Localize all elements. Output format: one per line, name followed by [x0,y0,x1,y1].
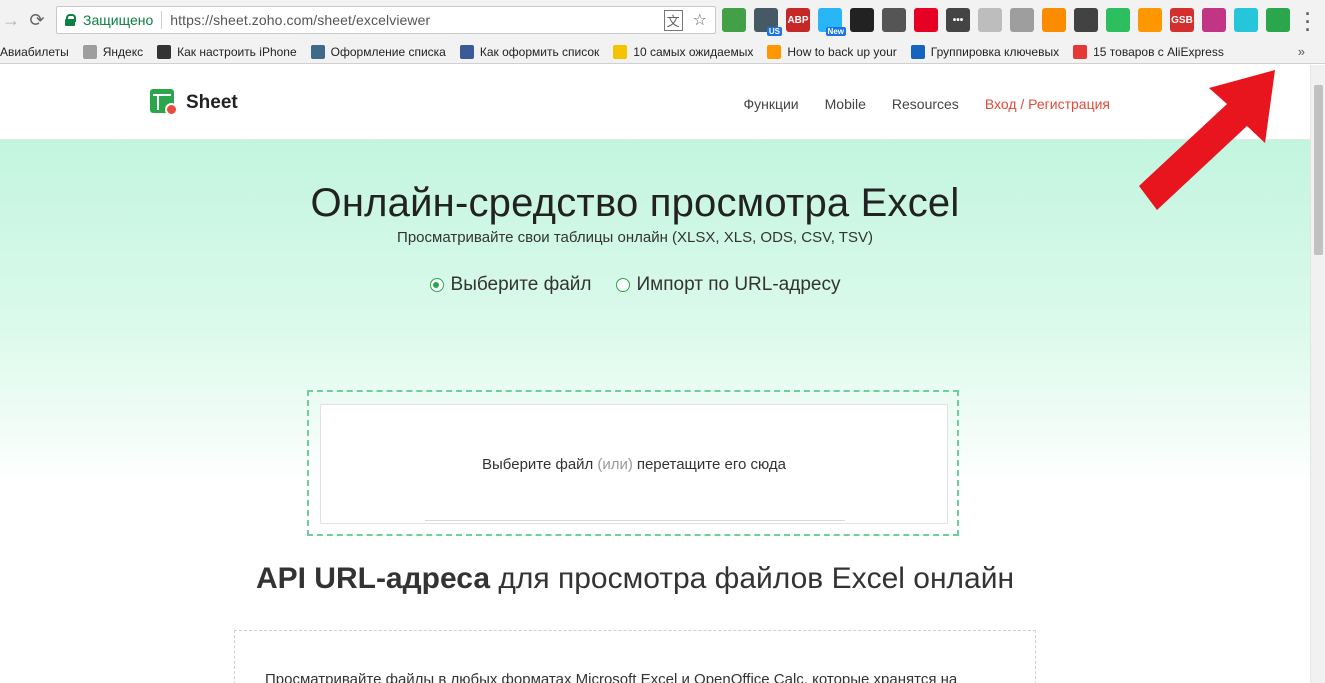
gsb-extension-icon[interactable]: GSB [1170,8,1194,32]
gsb-extension-label: GSB [1171,14,1193,26]
file-dropzone-inner[interactable]: Выберите файл (или) перетащите его сюда [320,404,948,524]
radio-unchecked-icon [615,278,630,292]
bookmark-item[interactable]: How to back up your [767,44,897,59]
section-divider [425,520,845,521]
bookmark-favicon-icon [1073,44,1088,59]
sheet-logo[interactable]: Sheet [150,89,238,117]
nav-resources[interactable]: Resources [892,96,959,112]
browser-menu-icon[interactable]: · · · [1305,5,1311,39]
bookmark-label: 15 товаров с AliExpress [1093,44,1224,59]
abp-extension-icon[interactable]: ABP [786,8,810,32]
translate-icon[interactable]: 文 [663,9,683,31]
download-extension-icon[interactable] [1074,8,1098,32]
api-title-bold: API URL-адреса [255,562,491,595]
game-extension-icon[interactable] [850,8,874,32]
bookmark-star-icon[interactable]: ☆ [693,10,707,30]
scrollbar-thumb[interactable] [1314,85,1323,255]
web-page: Sheet Функции Mobile Resources Вход / Ре… [0,65,1310,683]
url-text[interactable]: https://sheet.zoho.com/sheet/excelviewer [170,12,430,28]
weather-extension-icon[interactable]: New [818,8,846,36]
abp-extension-label: ABP [787,14,809,26]
radio-choose-file[interactable]: Выберите файл [429,274,592,296]
globe-extension-badge: US [766,27,782,36]
api-section-title: API URL-адреса для просмотра файлов Exce… [0,562,1270,596]
hero-section: Онлайн-средство просмотра Excel Просматр… [0,140,1310,536]
colorful-extension-icon[interactable] [1042,8,1066,32]
radio-import-url[interactable]: Импорт по URL-адресу [615,274,841,296]
bookmark-favicon-icon [767,44,782,59]
dots-extension-icon[interactable]: ••• [946,8,970,32]
bookmark-item[interactable]: Яндекс [82,44,144,59]
browser-toolbar: → ⟳ Защищено https://sheet.zoho.com/shee… [0,0,1325,40]
bookmark-favicon-icon [82,44,97,59]
page-subtitle: Просматривайте свои таблицы онлайн (XLSX… [397,229,873,246]
bookmark-item[interactable]: Как оформить список [459,44,600,59]
site-nav: Функции Mobile Resources Вход / Регистра… [743,96,1110,112]
bookmark-label: How to back up your [787,44,897,59]
puzzle-extension-icon[interactable] [1138,8,1162,32]
bookmarks-bar: Авиабилеты Яндекс Как настроить iPhone Офор… [0,40,1325,64]
bookmark-favicon-icon [157,44,172,59]
sheet-extension-icon[interactable] [1266,8,1290,32]
reload-button[interactable]: ⟳ [24,7,50,33]
person-extension-icon[interactable] [1010,8,1034,32]
address-actions: 文 ☆ [663,9,715,31]
bookmark-item[interactable]: Авиабилеты [0,45,69,59]
camera-extension-icon[interactable] [978,8,1002,32]
bookmark-item[interactable]: Как настроить iPhone [157,44,297,59]
api-description-box: Просматривайте файлы в любых форматах Mi… [234,630,1036,683]
bookmark-item[interactable]: Группировка ключевых [910,44,1060,59]
bookmark-label: Как настроить iPhone [177,44,297,59]
site-header: Sheet Функции Mobile Resources Вход / Ре… [0,65,1310,140]
moon-extension-icon[interactable] [1234,8,1258,32]
dots-extension-label: ••• [952,14,964,26]
bookmark-favicon-icon [613,44,628,59]
evernote-extension-icon[interactable] [1106,8,1130,32]
dropzone-choose-text[interactable]: Выберите файл [482,456,593,473]
pinterest-extension-icon[interactable] [914,8,938,32]
bookmark-favicon-icon [459,44,474,59]
weather-extension-badge: New [825,27,846,36]
bookmark-item[interactable]: 10 самых ожидаемых [613,44,754,59]
source-radio-group: Выберите файл Импорт по URL-адресу [0,274,1270,296]
page-title: Онлайн-средство просмотра Excel [310,181,960,225]
forward-button[interactable]: → [0,7,24,33]
dropzone-drag-text: перетащите его сюда [636,455,786,473]
radio-import-url-label: Импорт по URL-адресу [636,274,841,295]
bookmark-label: Оформление списка [330,44,446,59]
mail-extension-icon[interactable] [882,8,906,32]
api-description-text: Просматривайте файлы в любых форматах Mi… [265,671,958,683]
radio-checked-icon [429,278,444,292]
bookmark-label: 10 самых ожидаемых [633,44,754,59]
logo-text: Sheet [186,92,238,113]
address-bar[interactable]: Защищено https://sheet.zoho.com/sheet/ex… [56,6,716,34]
secure-label: Защищено [83,12,154,28]
lock-icon [65,14,76,26]
bookmark-favicon-icon [310,44,325,59]
page-scrollbar[interactable] [1310,65,1325,683]
api-title-rest: для просмотра файлов Excel онлайн [498,562,1015,595]
bookmark-favicon-icon [910,44,925,59]
dropzone-or-text: (или) [597,455,633,473]
bookmark-item[interactable]: 15 товаров с AliExpress [1073,44,1224,59]
bookmark-label: Как оформить список [479,44,600,59]
sheet-logo-icon [150,89,178,117]
radio-choose-file-label: Выберите файл [450,274,592,295]
instagram-extension-icon[interactable] [1202,8,1226,32]
bookmarks-overflow-icon[interactable]: » [1298,44,1305,59]
nav-login-register[interactable]: Вход / Регистрация [985,96,1110,112]
globe-extension-icon[interactable]: US [754,8,782,36]
file-dropzone[interactable]: Выберите файл (или) перетащите его сюда [307,390,959,536]
bookmark-label: Группировка ключевых [930,44,1060,59]
bookmark-item[interactable]: Оформление списка [310,44,446,59]
nav-mobile[interactable]: Mobile [825,96,866,112]
bookmark-label: Авиабилеты [0,44,69,59]
red-arrow-annotation [1139,70,1275,210]
address-separator [161,11,163,29]
extensions-bar: US ABP New ••• GSB [722,8,1290,36]
nav-features[interactable]: Функции [743,96,798,112]
bookmark-label: Яндекс [102,44,144,59]
shield-extension-icon[interactable] [722,8,746,32]
secure-indicator[interactable]: Защищено [57,12,153,28]
